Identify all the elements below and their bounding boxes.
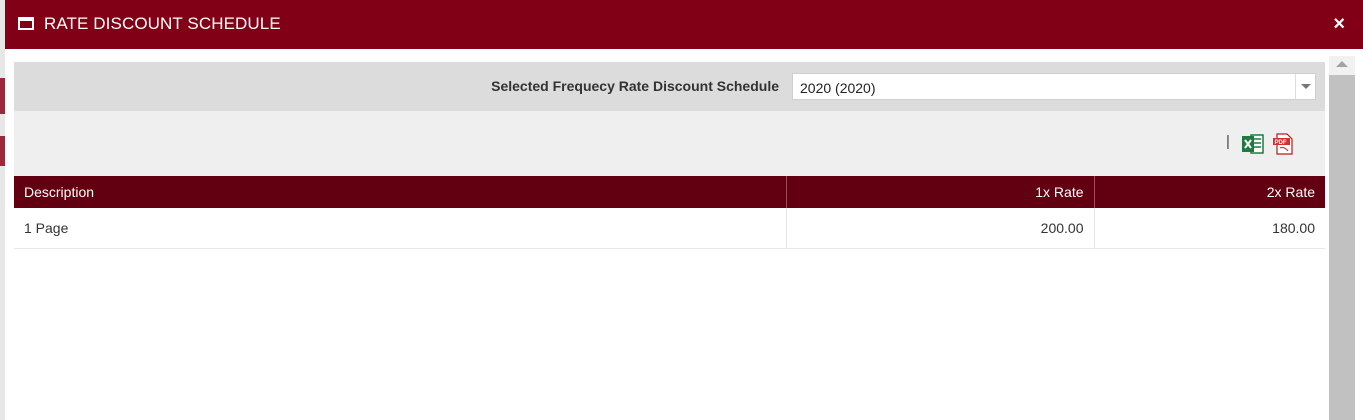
toolbar-separator: |	[1226, 133, 1230, 150]
window-icon	[18, 17, 34, 30]
close-button[interactable]: ×	[1333, 14, 1345, 34]
cell-description: 1 Page	[14, 208, 787, 249]
scrollbar-thumb[interactable]	[1329, 75, 1355, 420]
cell-1x-rate: 200.00	[786, 208, 1095, 249]
table-row[interactable]: 1 Page 200.00 180.00	[14, 208, 1325, 249]
svg-text:PDF: PDF	[1275, 140, 1287, 146]
schedule-select[interactable]: 2020 (2020)	[792, 73, 1316, 100]
rate-discount-modal: RATE DISCOUNT SCHEDULE × Selected Freque…	[5, 0, 1363, 420]
column-header-description[interactable]: Description	[14, 176, 787, 208]
column-header-2x-rate[interactable]: 2x Rate	[1094, 176, 1325, 208]
pdf-icon[interactable]: PDF	[1272, 133, 1294, 155]
cell-2x-rate: 180.00	[1094, 208, 1325, 249]
excel-icon[interactable]	[1242, 134, 1264, 154]
schedule-select-label: Selected Frequecy Rate Discount Schedule	[491, 78, 779, 94]
column-header-1x-rate[interactable]: 1x Rate	[786, 176, 1095, 208]
modal-titlebar: RATE DISCOUNT SCHEDULE ×	[5, 0, 1363, 49]
schedule-select-value: 2020 (2020)	[800, 80, 876, 96]
export-toolbar: | PDF	[14, 111, 1325, 176]
scroll-up-icon[interactable]	[1329, 56, 1355, 74]
modal-title: RATE DISCOUNT SCHEDULE	[44, 14, 281, 33]
vertical-scrollbar[interactable]	[1329, 56, 1355, 420]
table-header-row: Description 1x Rate 2x Rate	[14, 176, 1325, 208]
chevron-down-icon[interactable]	[1295, 74, 1315, 99]
modal-content: Selected Frequecy Rate Discount Schedule…	[14, 62, 1325, 420]
rate-table: Description 1x Rate 2x Rate 1 Page 200.0…	[14, 176, 1325, 249]
filter-bar: Selected Frequecy Rate Discount Schedule…	[14, 62, 1325, 111]
